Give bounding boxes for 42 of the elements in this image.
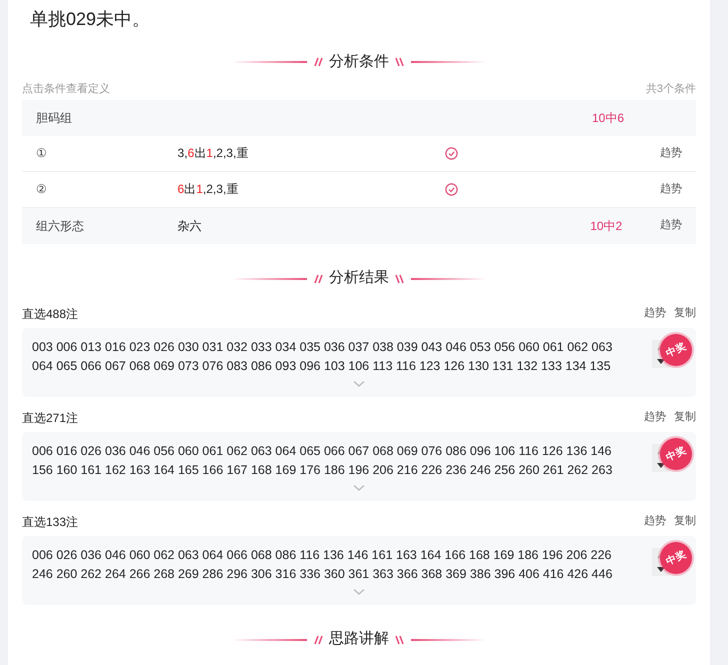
numbers-line: 156 160 161 162 163 164 165 166 167 168 169 176 186 196 206 216 226 236 246 256 260 261 262 263	[32, 462, 614, 478]
numbers-line: 064 065 066 067 068 069 073 076 083 086 093 096 103 106 113 116 123 126 130 131 132 133 134 135	[32, 358, 612, 374]
result-title: 直选133注	[22, 514, 78, 530]
section-title: 分析结果	[329, 268, 389, 288]
numbers-line: 246 260 262 264 266 268 269 286 296 306 316 336 360 361 363 366 368 369 386 396 406 416 426 446	[32, 566, 614, 582]
numbers-line: 003 006 013 016 023 026 030 031 032 033 034 035 036 037 038 039 043 046 053 056 060 061 062 063	[32, 338, 614, 356]
numbers-line: 006 026 036 046 060 062 063 064 066 068 086 116 136 146 161 163 164 166 168 169 186 196 206 226	[32, 546, 612, 564]
chevron-down-icon[interactable]	[353, 588, 365, 596]
hint-text: 点击条件查看定义	[22, 82, 110, 97]
condition-value: 3,6出1,2,3,重	[178, 145, 250, 162]
result-title: 直选488注	[22, 306, 78, 322]
copy-link[interactable]: 复制	[674, 305, 696, 322]
headline: 单挑029未中。	[29, 8, 152, 31]
copy-link[interactable]: 复制	[674, 513, 696, 530]
slash-icon	[395, 57, 405, 67]
trend-link[interactable]: 趋势	[644, 409, 666, 426]
trend-link[interactable]: 趋势	[660, 180, 682, 198]
condition-count: 共3个条件	[646, 82, 696, 97]
copy-link[interactable]: 复制	[674, 409, 696, 426]
trend-link[interactable]: 趋势	[660, 144, 682, 162]
section-title: 分析条件	[329, 52, 389, 72]
result-title: 直选271注	[22, 410, 78, 426]
condition-name: ②	[36, 181, 48, 198]
slash-icon	[313, 274, 323, 284]
condition-name: 胆码组	[36, 110, 73, 126]
slash-icon	[313, 634, 323, 644]
condition-name: 组六形态	[36, 218, 85, 234]
trend-link[interactable]: 趋势	[644, 305, 666, 322]
condition-name: ①	[36, 145, 48, 162]
chevron-down-icon[interactable]	[353, 380, 365, 388]
trend-link[interactable]: 趋势	[660, 217, 682, 234]
hit-rate: 10中2	[590, 218, 624, 234]
hit-rate: 10中6	[592, 110, 626, 126]
condition-value: 6出 1,2,3,重	[178, 181, 240, 198]
chevron-down-icon[interactable]	[353, 484, 365, 492]
slash-icon	[395, 634, 405, 644]
slash-icon	[395, 274, 405, 284]
trend-link[interactable]: 趋势	[644, 513, 666, 530]
section-title: 思路讲解	[329, 629, 389, 650]
numbers-line: 006 016 026 036 046 056 060 061 062 063 064 065 066 067 068 069 076 086 096 106 116 126 136 146	[32, 442, 612, 460]
condition-value: 杂六	[178, 218, 203, 234]
slash-icon	[313, 57, 323, 67]
